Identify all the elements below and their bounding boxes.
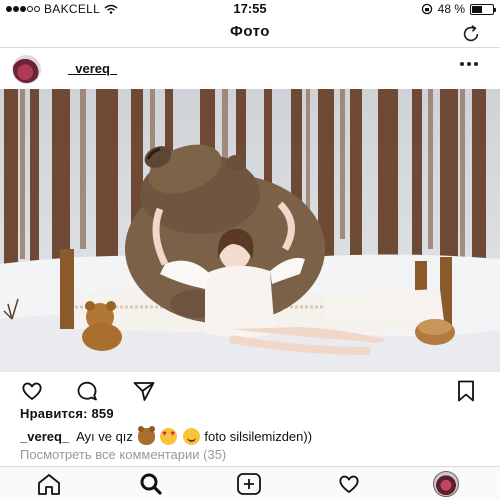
post-username[interactable]: _vereq_ [68,61,117,76]
heart-icon[interactable] [336,472,362,496]
caption-text: Ayı ve qız [76,429,133,444]
status-bar: BAKCELL 17:55 48 % [0,0,500,18]
profile-avatar[interactable] [433,471,459,497]
battery-icon [470,3,496,15]
heart-icon[interactable] [20,379,44,403]
caption-text-end: foto silsilemizden)) [204,429,313,444]
bear-face-emoji [137,426,155,445]
likes-count[interactable]: Нравится: 859 [20,406,114,421]
caption-username[interactable]: _vereq_ [20,429,69,444]
post-caption: _vereq_ Ayı ve qız foto silsilemizden)) [20,426,313,445]
navigation-bar: Фото [0,18,500,48]
share-icon[interactable] [132,379,156,403]
smiling-face-emoji [182,428,200,445]
bottom-tab-bar [0,466,500,500]
refresh-icon[interactable] [460,23,482,45]
post-header: _vereq_ [0,49,500,89]
page-title: Фото [230,23,270,40]
view-all-comments-link[interactable]: Посмотреть все комментарии (35) [20,447,226,462]
battery-percent: 48 % [437,2,465,16]
rotation-lock-icon [421,3,432,15]
photo-bear-and-girl [0,89,500,372]
post-actions [0,374,500,406]
post-photo[interactable] [0,89,500,372]
heart-eyes-emoji [160,428,178,445]
add-icon[interactable] [236,472,262,496]
status-right: 48 % [421,2,496,16]
search-icon[interactable] [138,472,164,496]
comment-icon[interactable] [75,379,99,403]
home-icon[interactable] [36,472,62,496]
more-options-icon[interactable] [460,62,478,66]
avatar[interactable] [12,55,41,84]
battery-level [472,5,482,13]
bookmark-icon[interactable] [454,379,478,403]
